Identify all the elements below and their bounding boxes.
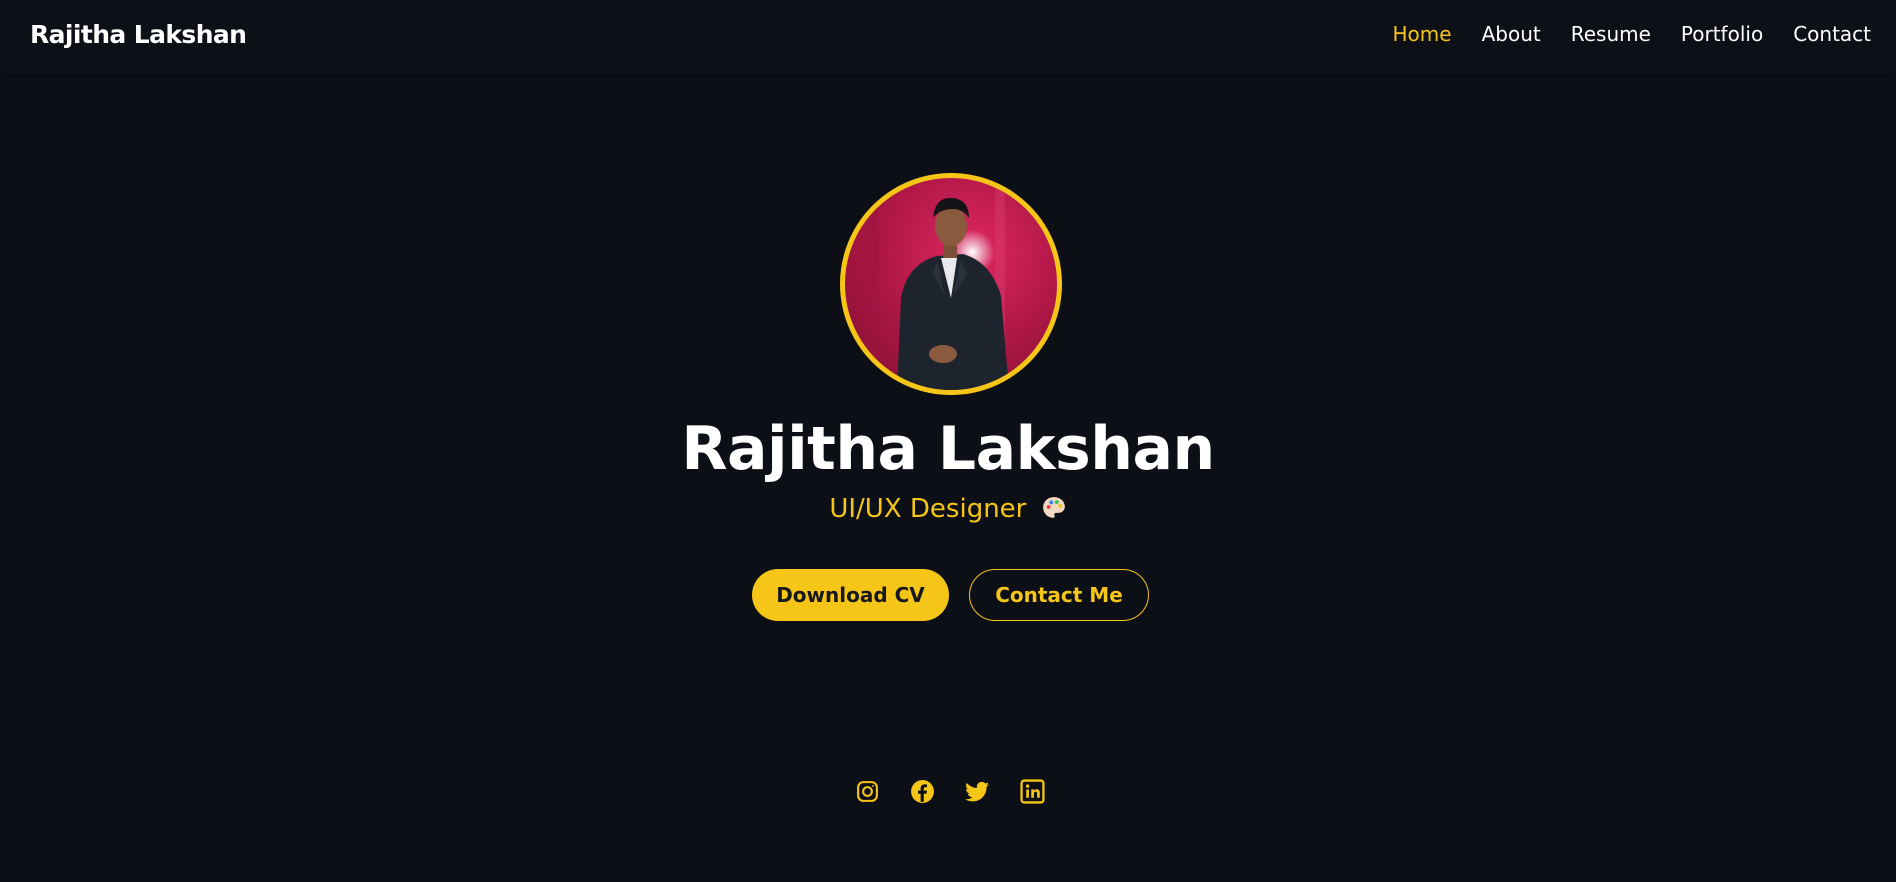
hero-name: Rajitha Lakshan: [681, 414, 1215, 484]
nav-link-portfolio[interactable]: Portfolio: [1681, 22, 1763, 46]
linkedin-icon[interactable]: [1020, 779, 1045, 804]
hero-role-text: UI/UX Designer: [829, 494, 1027, 524]
nav-link-resume[interactable]: Resume: [1571, 22, 1651, 46]
navbar: Rajitha Lakshan Home About Resume Portfo…: [0, 0, 1896, 74]
twitter-icon[interactable]: [965, 779, 990, 804]
profile-photo-illustration: [865, 178, 1009, 390]
contact-me-button[interactable]: Contact Me: [969, 569, 1149, 621]
brand-logo[interactable]: Rajitha Lakshan: [30, 20, 247, 49]
profile-photo: [840, 173, 1062, 395]
nav-link-home[interactable]: Home: [1393, 22, 1452, 46]
nav-link-about[interactable]: About: [1482, 22, 1541, 46]
social-links: [855, 779, 1045, 804]
hero-role: UI/UX Designer: [0, 494, 1896, 524]
facebook-icon[interactable]: [910, 779, 935, 804]
instagram-icon[interactable]: [855, 779, 880, 804]
nav-menu: Home About Resume Portfolio Contact: [1393, 22, 1871, 46]
palette-icon: [1041, 495, 1067, 521]
nav-link-contact[interactable]: Contact: [1793, 22, 1871, 46]
download-cv-button[interactable]: Download CV: [752, 569, 949, 621]
